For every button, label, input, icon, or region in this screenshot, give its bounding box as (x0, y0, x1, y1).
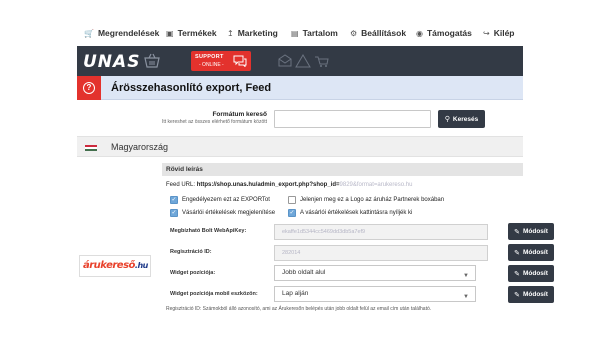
arukereso-logo-text: árukereső (83, 260, 135, 271)
widget-position-label: Widget pozíciója: (170, 270, 216, 276)
widget-mobile-position-value: Lap alján (282, 290, 309, 297)
warning-icon (295, 54, 311, 68)
modify-button-label: Módosít (522, 291, 548, 298)
logout-icon: ↪ (483, 28, 490, 38)
checkbox-reviews-expand[interactable]: ✓ A vásárlói értékelések kattintásra nyí… (288, 209, 412, 217)
support-label: SUPPORT (195, 54, 224, 60)
support-online-button[interactable]: SUPPORT - ONLINE - (191, 51, 251, 71)
page-title: Árösszehasonlító export, Feed (111, 82, 272, 94)
section-title: Rövid leírás (166, 166, 203, 173)
support-status: - ONLINE - (199, 62, 224, 68)
nav-label: Beállítások (361, 28, 407, 38)
nav-item-termekek[interactable]: ▣ Termékek (166, 28, 217, 38)
checkbox-unchecked-icon (288, 196, 296, 204)
chat-icon (233, 55, 247, 67)
pencil-icon: ✎ (514, 249, 520, 257)
top-navigation: 🛒 Megrendelések ▣ Termékek ↥ Marketing ▤… (0, 0, 600, 46)
format-search-label: Formátum kereső (212, 111, 267, 118)
country-name: Magyarország (111, 142, 169, 152)
globe-icon: ◉ (416, 28, 423, 38)
country-row[interactable]: Magyarország (77, 136, 523, 157)
feed-url: Feed URL: https://shop.unas.hu/admin_exp… (166, 182, 412, 188)
arukereso-logo-suffix: .hu (134, 261, 148, 270)
nav-label: Támogatás (426, 28, 472, 38)
brand-bar: UNAS SUPPORT - ONLINE - (77, 46, 523, 76)
nav-label: Megrendelések (97, 28, 160, 38)
hungary-flag-icon (85, 145, 97, 151)
nav-item-tartalom[interactable]: ▤ Tartalom (291, 28, 338, 38)
page-title-bar: ? Árösszehasonlító export, Feed (77, 76, 523, 100)
checkbox-label: Jelenjen meg ez a Logo az áruház Partner… (300, 197, 445, 203)
checkbox-checked-icon: ✓ (288, 209, 296, 217)
registration-id-modify-button[interactable]: ✎ Módosít (508, 244, 554, 261)
pencil-icon: ✎ (514, 228, 520, 236)
checkbox-label: A vásárlói értékelések kattintásra nyílj… (300, 210, 413, 216)
search-button-label: Keresés (452, 115, 479, 123)
feed-url-blurred: 9829&format=arukereso.hu (339, 182, 413, 188)
modify-button-label: Módosít (522, 270, 548, 277)
basket-icon (144, 53, 160, 68)
nav-label: Marketing (237, 28, 278, 38)
registration-id-label: Regisztráció ID: (170, 249, 212, 255)
chevron-down-icon: ▼ (463, 294, 469, 300)
webapikey-field[interactable]: ekaffe1d5344cc5469dd3db5a7ef9 (274, 224, 488, 240)
chart-icon: ↥ (227, 28, 234, 38)
cart-outline-icon (315, 56, 329, 67)
unas-logo[interactable]: UNAS (83, 52, 140, 72)
checkbox-show-reviews[interactable]: ✓ Vásárlói értékelések megjelenítése (170, 209, 275, 217)
nav-label: Termékek (177, 28, 217, 38)
checkbox-show-logo[interactable]: Jelenjen meg ez a Logo az áruház Partner… (288, 196, 444, 204)
help-button[interactable]: ? (77, 76, 101, 100)
nav-item-beallitasok[interactable]: ⚙ Beállítások (350, 28, 406, 38)
checkbox-label: Engedélyezem ezt az EXPORTot (182, 197, 270, 203)
widget-position-select[interactable]: Jobb oldalt alul ▼ (274, 265, 476, 281)
widget-mobile-position-select[interactable]: Lap alján ▼ (274, 286, 476, 302)
pencil-icon: ✎ (514, 291, 520, 299)
format-search-input[interactable] (274, 110, 431, 128)
widget-position-modify-button[interactable]: ✎ Módosít (508, 265, 554, 282)
feed-url-link[interactable]: https://shop.unas.hu/admin_export.php?sh… (197, 182, 340, 188)
pencil-icon: ✎ (514, 270, 520, 278)
format-search-button[interactable]: ⚲ Keresés (438, 110, 485, 128)
cart-icon: 🛒 (84, 28, 94, 38)
brand-tool-icons (278, 54, 329, 68)
registration-id-field[interactable]: 282014 (274, 245, 488, 261)
registration-id-hint: Regisztráció ID: Számokból álló azonosít… (166, 306, 432, 312)
search-icon: ⚲ (444, 116, 450, 123)
section-header: Rövid leírás (162, 163, 523, 176)
widget-mobile-position-modify-button[interactable]: ✎ Módosít (508, 286, 554, 303)
nav-item-marketing[interactable]: ↥ Marketing (227, 28, 278, 38)
nav-label: Tartalom (302, 28, 338, 38)
webapikey-modify-button[interactable]: ✎ Módosít (508, 223, 554, 240)
document-icon: ▤ (291, 28, 299, 38)
gear-icon: ⚙ (350, 28, 358, 38)
webapikey-label: Megbízható Bolt WebApiKey: (170, 228, 247, 234)
modify-button-label: Módosít (522, 228, 548, 235)
nav-label: Kilép (493, 28, 515, 38)
nav-item-tamogatas[interactable]: ◉ Támogatás (416, 28, 472, 38)
checkbox-label: Vásárlói értékelések megjelenítése (182, 210, 276, 216)
mail-icon (278, 54, 292, 67)
box-icon: ▣ (166, 28, 174, 38)
feed-url-label: Feed URL: (166, 182, 196, 188)
chevron-down-icon: ▼ (463, 273, 469, 279)
format-search-sublabel: Itt kereshet az összes elérhető formátum… (161, 119, 267, 125)
arukereso-logo: árukereső.hu (79, 255, 151, 277)
widget-mobile-position-label: Widget pozíciója mobil eszközön: (170, 291, 258, 297)
widget-position-value: Jobb oldalt alul (282, 269, 326, 276)
nav-item-megrendelesek[interactable]: 🛒 Megrendelések (84, 28, 159, 38)
checkbox-checked-icon: ✓ (170, 196, 178, 204)
nav-item-kilep[interactable]: ↪ Kilép (483, 28, 514, 38)
question-icon: ? (83, 82, 95, 94)
checkbox-checked-icon: ✓ (170, 209, 178, 217)
checkbox-enable-export[interactable]: ✓ Engedélyezem ezt az EXPORTot (170, 196, 270, 204)
modify-button-label: Módosít (522, 249, 548, 256)
